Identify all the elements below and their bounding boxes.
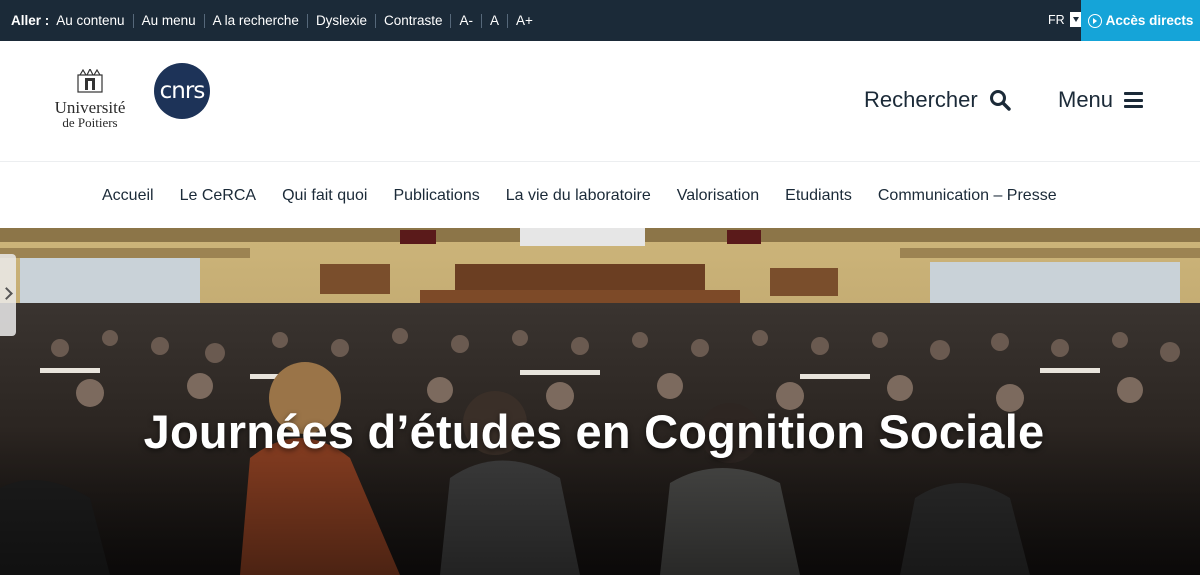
- cnrs-logo-text: cnrs: [159, 78, 206, 104]
- arrow-circle-right-icon: [1087, 13, 1102, 28]
- search-label: Rechercher: [864, 87, 978, 112]
- separator: [374, 13, 376, 28]
- nav-item-publications[interactable]: Publications: [380, 187, 492, 205]
- dyslexia-toggle[interactable]: Dyslexie: [316, 13, 367, 28]
- font-decrease-button[interactable]: A-: [459, 13, 473, 28]
- font-reset-button[interactable]: A: [490, 13, 499, 28]
- universite-poitiers-logo[interactable]: Université de Poitiers: [43, 67, 137, 130]
- hamburger-icon: [1124, 92, 1144, 108]
- language-select[interactable]: FR: [1048, 12, 1083, 27]
- hero-banner: Journées d’études en Cognition Sociale: [0, 228, 1200, 575]
- direct-access-button[interactable]: Accès directs: [1081, 0, 1200, 41]
- language-current: FR: [1048, 12, 1065, 27]
- nav-item-vie-du-laboratoire[interactable]: La vie du laboratoire: [493, 187, 664, 205]
- nav-item-valorisation[interactable]: Valorisation: [664, 187, 772, 205]
- cnrs-logo[interactable]: cnrs: [154, 63, 210, 119]
- nav-item-le-cerca[interactable]: Le CeRCA: [167, 187, 269, 205]
- skip-links: Aller : Au contenu Au menu A la recherch…: [11, 0, 533, 41]
- separator: [507, 13, 508, 28]
- logo-line-1: Université: [54, 98, 126, 117]
- site-header: Université de Poitiers cnrs Rechercher M…: [0, 41, 1200, 162]
- nav-item-qui-fait-quoi[interactable]: Qui fait quoi: [269, 187, 380, 205]
- crest-icon: [77, 67, 103, 93]
- logo-line-2: de Poitiers: [62, 115, 118, 130]
- separator: [450, 13, 452, 28]
- hero-background-image: [0, 228, 1200, 575]
- hero-title: Journées d’études en Cognition Sociale: [143, 405, 1045, 458]
- separator: [306, 13, 308, 28]
- menu-button[interactable]: Menu: [1058, 87, 1144, 113]
- skip-to-search-link[interactable]: A la recherche: [213, 13, 299, 28]
- nav-item-accueil[interactable]: Accueil: [89, 187, 167, 205]
- skip-links-label: Aller :: [11, 13, 50, 28]
- separator: [480, 13, 482, 28]
- separator: [132, 13, 134, 28]
- separator: [203, 13, 205, 28]
- accessibility-bar: Aller : Au contenu Au menu A la recherch…: [0, 0, 1200, 41]
- main-navigation: Accueil Le CeRCA Qui fait quoi Publicati…: [0, 163, 1200, 228]
- skip-to-menu-link[interactable]: Au menu: [142, 13, 196, 28]
- skip-to-content-link[interactable]: Au contenu: [56, 13, 124, 28]
- nav-item-etudiants[interactable]: Etudiants: [772, 187, 865, 205]
- search-button[interactable]: Rechercher: [864, 87, 1011, 113]
- direct-access-label: Accès directs: [1105, 13, 1194, 28]
- slider-previous-button[interactable]: [0, 254, 16, 336]
- search-icon: [989, 90, 1011, 111]
- menu-label: Menu: [1058, 87, 1114, 112]
- font-increase-button[interactable]: A+: [516, 13, 533, 28]
- contrast-toggle[interactable]: Contraste: [384, 13, 443, 28]
- nav-item-communication-presse[interactable]: Communication – Presse: [865, 187, 1070, 205]
